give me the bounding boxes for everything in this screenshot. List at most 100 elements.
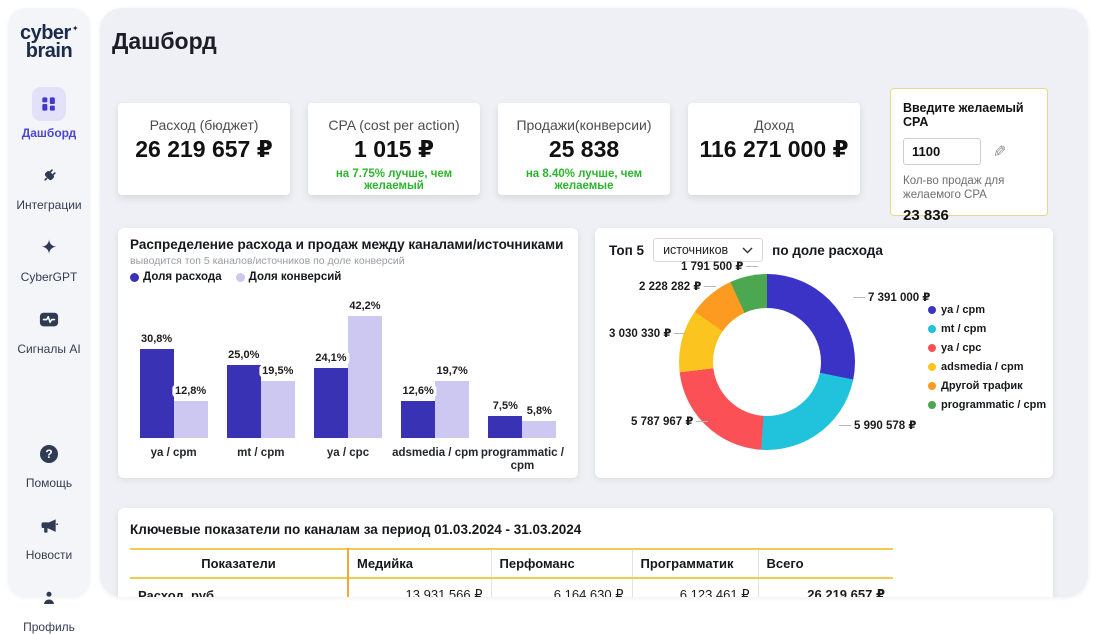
bar-group: 12,6% 19,7% [401, 381, 469, 438]
help-icon [40, 445, 58, 463]
bar-chart-subtitle: выводится топ 5 каналов/источников по до… [130, 255, 405, 267]
slice-label: 7 391 000 ₽ [853, 290, 930, 304]
sidebar-item-label: Помощь [26, 476, 72, 490]
bar-expense-share: 24,1% [314, 368, 348, 438]
legend-dot [928, 401, 936, 409]
key-metrics-table: Показатели Медийка Перфоманс Программати… [130, 548, 893, 597]
bar-expense-share: 25,0% [227, 365, 261, 438]
x-axis-label: ya / cpm [130, 447, 217, 473]
column-header: Показатели [130, 549, 348, 578]
slice-label: 2 228 282 ₽ [639, 279, 716, 293]
kpi-card-income: Доход 116 271 000 ₽ [688, 103, 860, 195]
x-axis-label: ya / cpc [304, 447, 391, 473]
plug-icon [32, 159, 66, 193]
table-header-row: Показатели Медийка Перфоманс Программати… [130, 549, 893, 578]
slice-label: 5 787 967 ₽ [631, 414, 708, 428]
person-icon [32, 581, 66, 615]
sidebar-item-label: Дашборд [22, 126, 77, 140]
kpi-row: Расход (бюджет) 26 219 657 ₽ CPA (cost p… [118, 103, 860, 195]
table-cell: 6 164 630 ₽ [491, 578, 632, 597]
sidebar-item-label: Новости [26, 548, 72, 562]
column-header: Программатик [632, 549, 758, 578]
legend-dot [928, 363, 936, 371]
sidebar-item-cybergpt[interactable]: CyberGPT [21, 231, 78, 284]
bar-expense-share: 30,8% [140, 349, 174, 438]
sidebar: cyber brain Дашборд Интеграц [8, 8, 90, 597]
bar-group: 24,1% 42,2% [314, 316, 382, 438]
sidebar-item-profile[interactable]: Профиль [23, 581, 75, 634]
kpi-card-expense: Расход (бюджет) 26 219 657 ₽ [118, 103, 290, 195]
megaphone-icon [32, 509, 66, 543]
legend-label: ya / cpm [941, 304, 985, 316]
kpi-value: 116 271 000 ₽ [688, 136, 860, 163]
brand-logo-line2: brain [20, 42, 78, 60]
sidebar-item-label: Профиль [23, 620, 75, 634]
table-cell: 6 123 461 ₽ [632, 578, 758, 597]
legend-label: mt / cpm [941, 323, 986, 335]
legend-label: Доля расхода [143, 271, 222, 283]
chevron-down-icon [742, 247, 753, 254]
sidebar-item-news[interactable]: Новости [26, 509, 72, 562]
edit-pencil-icon[interactable] [993, 142, 1006, 162]
slice-label: 1 791 500 ₽ [681, 259, 758, 273]
select-value: источников [663, 243, 728, 257]
legend-dot [928, 325, 936, 333]
bar-chart-legend: Доля расхода Доля конверсий [130, 271, 341, 283]
desired-cpa-input[interactable] [903, 138, 981, 165]
legend-dot-conversions [236, 273, 245, 282]
donut-hole [713, 308, 821, 416]
kpi-title: Расход (бюджет) [118, 117, 290, 133]
table-title: Ключевые показатели по каналам за период… [130, 522, 1041, 537]
kpi-note: на 7.75% лучше, чем желаемый [308, 168, 480, 192]
sidebar-item-help[interactable]: Помощь [26, 437, 72, 490]
legend-dot-expense [130, 273, 139, 282]
sparkle-icon [32, 231, 66, 265]
desired-cpa-result: 23 836 [903, 207, 1035, 224]
legend-dot [928, 306, 936, 314]
column-header: Всего [758, 549, 893, 578]
brand-logo: cyber brain [20, 24, 78, 61]
main-panel: Дашборд Расход (бюджет) 26 219 657 ₽ CPA… [100, 8, 1088, 597]
dashboard-icon [32, 87, 66, 121]
sidebar-item-label: Сигналы AI [17, 342, 80, 356]
kpi-card-cpa: CPA (cost per action) 1 015 ₽ на 7.75% л… [308, 103, 480, 195]
bar-group: 30,8% 12,8% [140, 349, 208, 438]
table-row: Расход, руб 13 931 566 ₽ 6 164 630 ₽ 6 1… [130, 578, 893, 597]
bar-conversion-share: 19,5% [261, 381, 295, 438]
table-cell: 26 219 657 ₽ [758, 578, 893, 597]
column-header: Медийка [348, 549, 491, 578]
donut-title-prefix: Топ 5 [609, 243, 644, 258]
desired-cpa-label: Введите желаемый CPA [903, 101, 1035, 129]
bar-conversion-share: 19,7% [435, 381, 469, 438]
legend-dot [928, 344, 936, 352]
legend-label: programmatic / cpm [941, 399, 1046, 411]
desired-cpa-panel: Введите желаемый CPA Кол-во продаж для ж… [890, 88, 1048, 216]
signals-icon [32, 303, 66, 337]
page-title: Дашборд [112, 28, 217, 55]
bar-x-axis: ya / cpm mt / cpm ya / cpc adsmedia / cp… [130, 447, 566, 473]
sidebar-item-integrations[interactable]: Интеграции [16, 159, 81, 212]
bar-group: 7,5% 5,8% [488, 416, 556, 438]
kpi-title: CPA (cost per action) [308, 117, 480, 133]
sidebar-item-label: Интеграции [16, 198, 81, 212]
sidebar-item-label: CyberGPT [21, 270, 78, 284]
x-axis-label: adsmedia / cpm [392, 447, 479, 473]
x-axis-label: mt / cpm [217, 447, 304, 473]
table-cell: 13 931 566 ₽ [348, 578, 491, 597]
donut-legend: ya / cpm mt / cpm ya / cpc adsmedia / cp… [928, 304, 1046, 411]
donut-chart-card: Топ 5 источников по доле расхода 7 391 0… [595, 228, 1053, 478]
slice-label: 5 990 578 ₽ [839, 418, 916, 432]
legend-label: Другой трафик [941, 380, 1023, 392]
legend-label: Доля конверсий [249, 271, 342, 283]
bar-expense-share: 7,5% [488, 416, 522, 438]
sidebar-item-signals-ai[interactable]: Сигналы AI [17, 303, 80, 356]
bar-chart-title: Распределение расхода и продаж между кан… [130, 237, 563, 252]
bar-conversion-share: 5,8% [522, 421, 556, 438]
table-cell: Расход, руб [130, 578, 348, 597]
desired-cpa-hint: Кол-во продаж для желаемого CPA [903, 174, 1035, 203]
column-header: Перфоманс [491, 549, 632, 578]
legend-label: adsmedia / cpm [941, 361, 1024, 373]
sidebar-item-dashboard[interactable]: Дашборд [22, 87, 77, 140]
bar-expense-share: 12,6% [401, 401, 435, 438]
kpi-title: Продажи(конверсии) [498, 117, 670, 133]
